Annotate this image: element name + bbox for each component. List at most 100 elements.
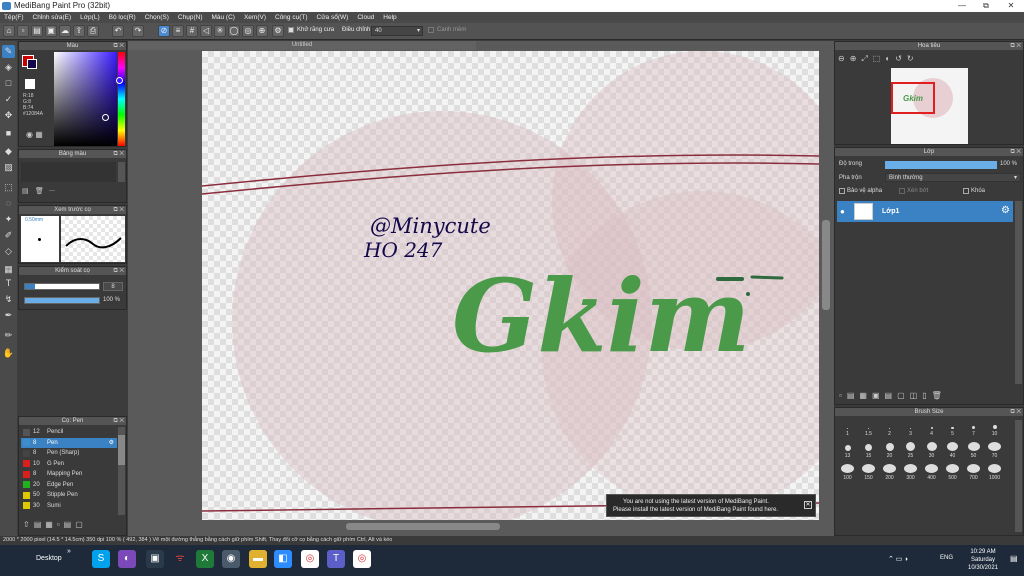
skype-icon[interactable]: S bbox=[92, 550, 110, 568]
check-tool-icon[interactable]: ✓ bbox=[2, 93, 15, 106]
eyedropper-tool-icon[interactable]: ✒ bbox=[2, 309, 15, 322]
protect-alpha-checkbox[interactable] bbox=[839, 188, 845, 194]
app-purple-icon[interactable]: ◐ bbox=[118, 550, 136, 568]
layer-actions[interactable]: ▫▤▦▣▤▢◫▯🗑 bbox=[839, 391, 947, 400]
lasso-tool-icon[interactable]: ◌ bbox=[2, 197, 15, 210]
grid-snap-icon[interactable]: # bbox=[186, 25, 198, 37]
brush-list-item[interactable]: 30 Sumi bbox=[21, 501, 117, 512]
secondary-color-swatch[interactable] bbox=[27, 59, 37, 69]
brush-list-item[interactable]: 10 G Pen bbox=[21, 459, 117, 470]
brush-size-cell[interactable]: 70 bbox=[984, 442, 1005, 459]
snap-settings-icon[interactable]: ⚙ bbox=[272, 25, 284, 37]
brush-size-cell[interactable]: 15 bbox=[858, 442, 879, 459]
excel-icon[interactable]: X bbox=[196, 550, 214, 568]
camera-icon[interactable]: ▣ bbox=[146, 550, 164, 568]
panel-menu-icon[interactable]: ⧉ ✕ bbox=[113, 206, 124, 214]
operation-tool-icon[interactable]: ↯ bbox=[2, 293, 15, 306]
palette-scrollbar[interactable] bbox=[118, 162, 125, 182]
brush-size-cell[interactable]: 2 bbox=[879, 420, 900, 437]
transparent-color-swatch[interactable] bbox=[25, 79, 35, 89]
panel-menu-icon[interactable]: ⧉ ✕ bbox=[1010, 148, 1021, 156]
brush-list-item[interactable]: 8 Mapping Pen bbox=[21, 469, 117, 480]
select-pen-icon[interactable]: ✐ bbox=[2, 229, 15, 242]
saturation-picker[interactable] bbox=[54, 52, 117, 146]
brush-size-cell[interactable]: 20 bbox=[879, 442, 900, 459]
fill-tool-icon[interactable]: ◆ bbox=[2, 145, 15, 158]
brush-list-item[interactable]: 8 Pen ⚙ bbox=[21, 437, 117, 448]
medibang-taskbar-icon[interactable]: ◉ bbox=[222, 550, 240, 568]
brush-size-value[interactable]: 8 bbox=[103, 282, 123, 291]
panel-menu-icon[interactable]: ⧉ ✕ bbox=[113, 417, 124, 425]
divide-tool-icon[interactable]: ▦ bbox=[2, 263, 15, 276]
palette-add-icon[interactable]: ▤ bbox=[22, 187, 29, 195]
cloud-icon[interactable]: ☁ bbox=[59, 25, 71, 37]
brush-list-item[interactable]: 20 Edge Pen bbox=[21, 480, 117, 491]
brush-size-cell[interactable]: 30 bbox=[921, 442, 942, 459]
brush-tool-icon[interactable]: ✎ bbox=[2, 45, 15, 58]
circle-snap-icon[interactable]: ◯ bbox=[228, 25, 240, 37]
brush-size-cell[interactable]: 3 bbox=[900, 420, 921, 437]
brush-list-item[interactable]: 50 Stipple Pen bbox=[21, 490, 117, 501]
select-eraser-icon[interactable]: ◇ bbox=[2, 245, 15, 258]
gradient-tool-icon[interactable]: ▨ bbox=[2, 161, 15, 174]
smooth-checkbox[interactable] bbox=[428, 27, 434, 33]
menu-file[interactable]: Tệp(F) bbox=[4, 14, 24, 21]
brush-list-actions[interactable]: ⇧▤▦▫▤▢ bbox=[23, 520, 87, 529]
chrome-icon[interactable]: ◎ bbox=[301, 550, 319, 568]
brush-size-cell[interactable]: 40 bbox=[942, 442, 963, 459]
brush-size-cell[interactable]: 5 bbox=[942, 420, 963, 437]
menu-filter[interactable]: Bộ lọc(R) bbox=[109, 14, 136, 21]
parallel-snap-icon[interactable]: ≡ bbox=[172, 25, 184, 37]
chrome-profile-icon[interactable]: ◎ bbox=[353, 550, 371, 568]
palette-area[interactable] bbox=[21, 162, 116, 182]
adjust-select[interactable]: 40 ▾ bbox=[371, 26, 423, 36]
eraser-tool-icon[interactable]: ◈ bbox=[2, 61, 15, 74]
brush-size-cell[interactable]: 13 bbox=[837, 442, 858, 459]
brush-size-cell[interactable]: 1.5 bbox=[858, 420, 879, 437]
brush-opacity-slider[interactable] bbox=[24, 297, 100, 304]
menu-select[interactable]: Chọn(S) bbox=[145, 14, 169, 21]
panel-menu-icon[interactable]: ⧉ ✕ bbox=[1010, 42, 1021, 50]
clipping-checkbox[interactable] bbox=[899, 188, 905, 194]
perspective-snap-icon[interactable]: ◁ bbox=[200, 25, 212, 37]
menu-edit[interactable]: Chỉnh sửa(E) bbox=[33, 14, 72, 21]
brush-size-cell[interactable]: 4 bbox=[921, 420, 942, 437]
shape-tool-icon[interactable]: ■ bbox=[2, 127, 15, 140]
maximize-button[interactable]: ⧉ bbox=[974, 0, 998, 12]
redo-icon[interactable]: ↷ bbox=[132, 25, 144, 37]
explorer-icon[interactable]: ▬ bbox=[249, 550, 267, 568]
move-tool-icon[interactable]: ✥ bbox=[2, 109, 15, 122]
hand-tool-icon[interactable]: ✋ bbox=[2, 347, 15, 360]
brush-size-cell[interactable]: 100 bbox=[837, 464, 858, 481]
brush-size-cell[interactable]: 300 bbox=[900, 464, 921, 481]
share-icon[interactable]: ⇪ bbox=[73, 25, 85, 37]
canvas-hscroll[interactable] bbox=[346, 523, 500, 530]
drawing-canvas[interactable]: @Minycute HO 247 Gkim bbox=[202, 51, 819, 520]
undo-icon[interactable]: ↶ bbox=[112, 25, 124, 37]
text-tool-icon[interactable]: T bbox=[2, 277, 15, 290]
open-icon[interactable]: ▤ bbox=[31, 25, 43, 37]
home-icon[interactable]: ⌂ bbox=[3, 25, 15, 37]
dot-tool-icon[interactable]: □ bbox=[2, 77, 15, 90]
brush-list-scroll-thumb[interactable] bbox=[118, 435, 125, 465]
blend-select[interactable]: Bình thường ▾ bbox=[885, 173, 1021, 182]
layers-scrollbar[interactable] bbox=[1015, 201, 1022, 384]
teams-icon[interactable]: T bbox=[327, 550, 345, 568]
palette-delete-icon[interactable]: 🗑 bbox=[35, 187, 44, 195]
clock[interactable]: 10:29 AM Saturday 10/30/2021 bbox=[960, 548, 1006, 572]
brush-size-cell[interactable]: 10 bbox=[984, 420, 1005, 437]
vanish-snap-icon[interactable]: ⊕ bbox=[256, 25, 268, 37]
navigator-zoom-controls[interactable]: ⊖⊕⤢⬚◐↺↻ bbox=[838, 54, 919, 64]
close-button[interactable]: ✕ bbox=[999, 0, 1023, 12]
panel-menu-icon[interactable]: ⧉ ✕ bbox=[113, 267, 124, 275]
canvas-tab[interactable]: Untitled bbox=[128, 41, 476, 50]
layer-opacity-slider[interactable] bbox=[885, 161, 997, 169]
menu-cloud[interactable]: Cloud bbox=[357, 14, 374, 21]
eye-icon[interactable]: ● bbox=[840, 207, 845, 216]
chevron-icon[interactable]: » bbox=[67, 548, 71, 555]
layer-settings-gear-icon[interactable]: ⚙ bbox=[1001, 205, 1010, 216]
minimize-button[interactable]: — bbox=[950, 0, 974, 12]
notifications-icon[interactable]: ▤ bbox=[1010, 554, 1018, 563]
menu-view[interactable]: Xem(V) bbox=[244, 14, 266, 21]
brush-size-cell[interactable]: 25 bbox=[900, 442, 921, 459]
